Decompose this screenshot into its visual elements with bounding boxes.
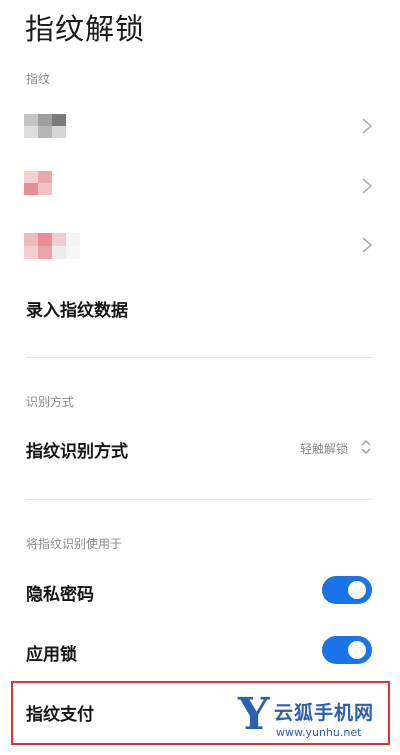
fingerprint-item-3[interactable] xyxy=(0,220,400,272)
fingerprint-thumbnail-1 xyxy=(24,114,66,138)
watermark-url: www.yunhu.net xyxy=(276,726,362,739)
fingerprint-section-label: 指纹 xyxy=(26,72,51,86)
fingerprint-thumbnail-3 xyxy=(24,233,80,259)
chevron-right-icon xyxy=(362,237,373,253)
toggle-knob xyxy=(348,581,366,599)
privacy-password-toggle[interactable] xyxy=(322,576,372,604)
watermark-name: 云狐手机网 xyxy=(274,702,375,724)
fingerprint-thumbnail-2 xyxy=(24,171,52,195)
app-lock-toggle[interactable] xyxy=(322,636,372,664)
fingerprint-payment-label: 指纹支付 xyxy=(26,705,94,725)
watermark-y-icon: Y xyxy=(238,689,270,740)
watermark-logo: Y 云狐手机网 www.yunhu.net xyxy=(238,689,396,745)
fingerprint-item-2[interactable] xyxy=(0,160,400,212)
toggle-knob xyxy=(348,641,366,659)
up-down-chevron-icon xyxy=(361,440,371,454)
divider xyxy=(26,499,372,500)
chevron-right-icon xyxy=(362,118,373,134)
recognition-section-label: 识别方式 xyxy=(26,395,75,409)
divider xyxy=(26,357,372,358)
page-title: 指纹解锁 xyxy=(25,12,146,46)
usage-section-label: 将指纹识别使用于 xyxy=(26,537,123,551)
recognition-mode-label: 指纹识别方式 xyxy=(26,442,128,462)
app-lock-label: 应用锁 xyxy=(26,645,77,665)
enroll-fingerprint-button[interactable]: 录入指纹数据 xyxy=(26,296,128,321)
chevron-right-icon xyxy=(362,178,373,194)
recognition-mode-value: 轻触解锁 xyxy=(300,442,349,456)
privacy-password-label: 隐私密码 xyxy=(26,585,94,605)
fingerprint-item-1[interactable] xyxy=(0,100,400,152)
